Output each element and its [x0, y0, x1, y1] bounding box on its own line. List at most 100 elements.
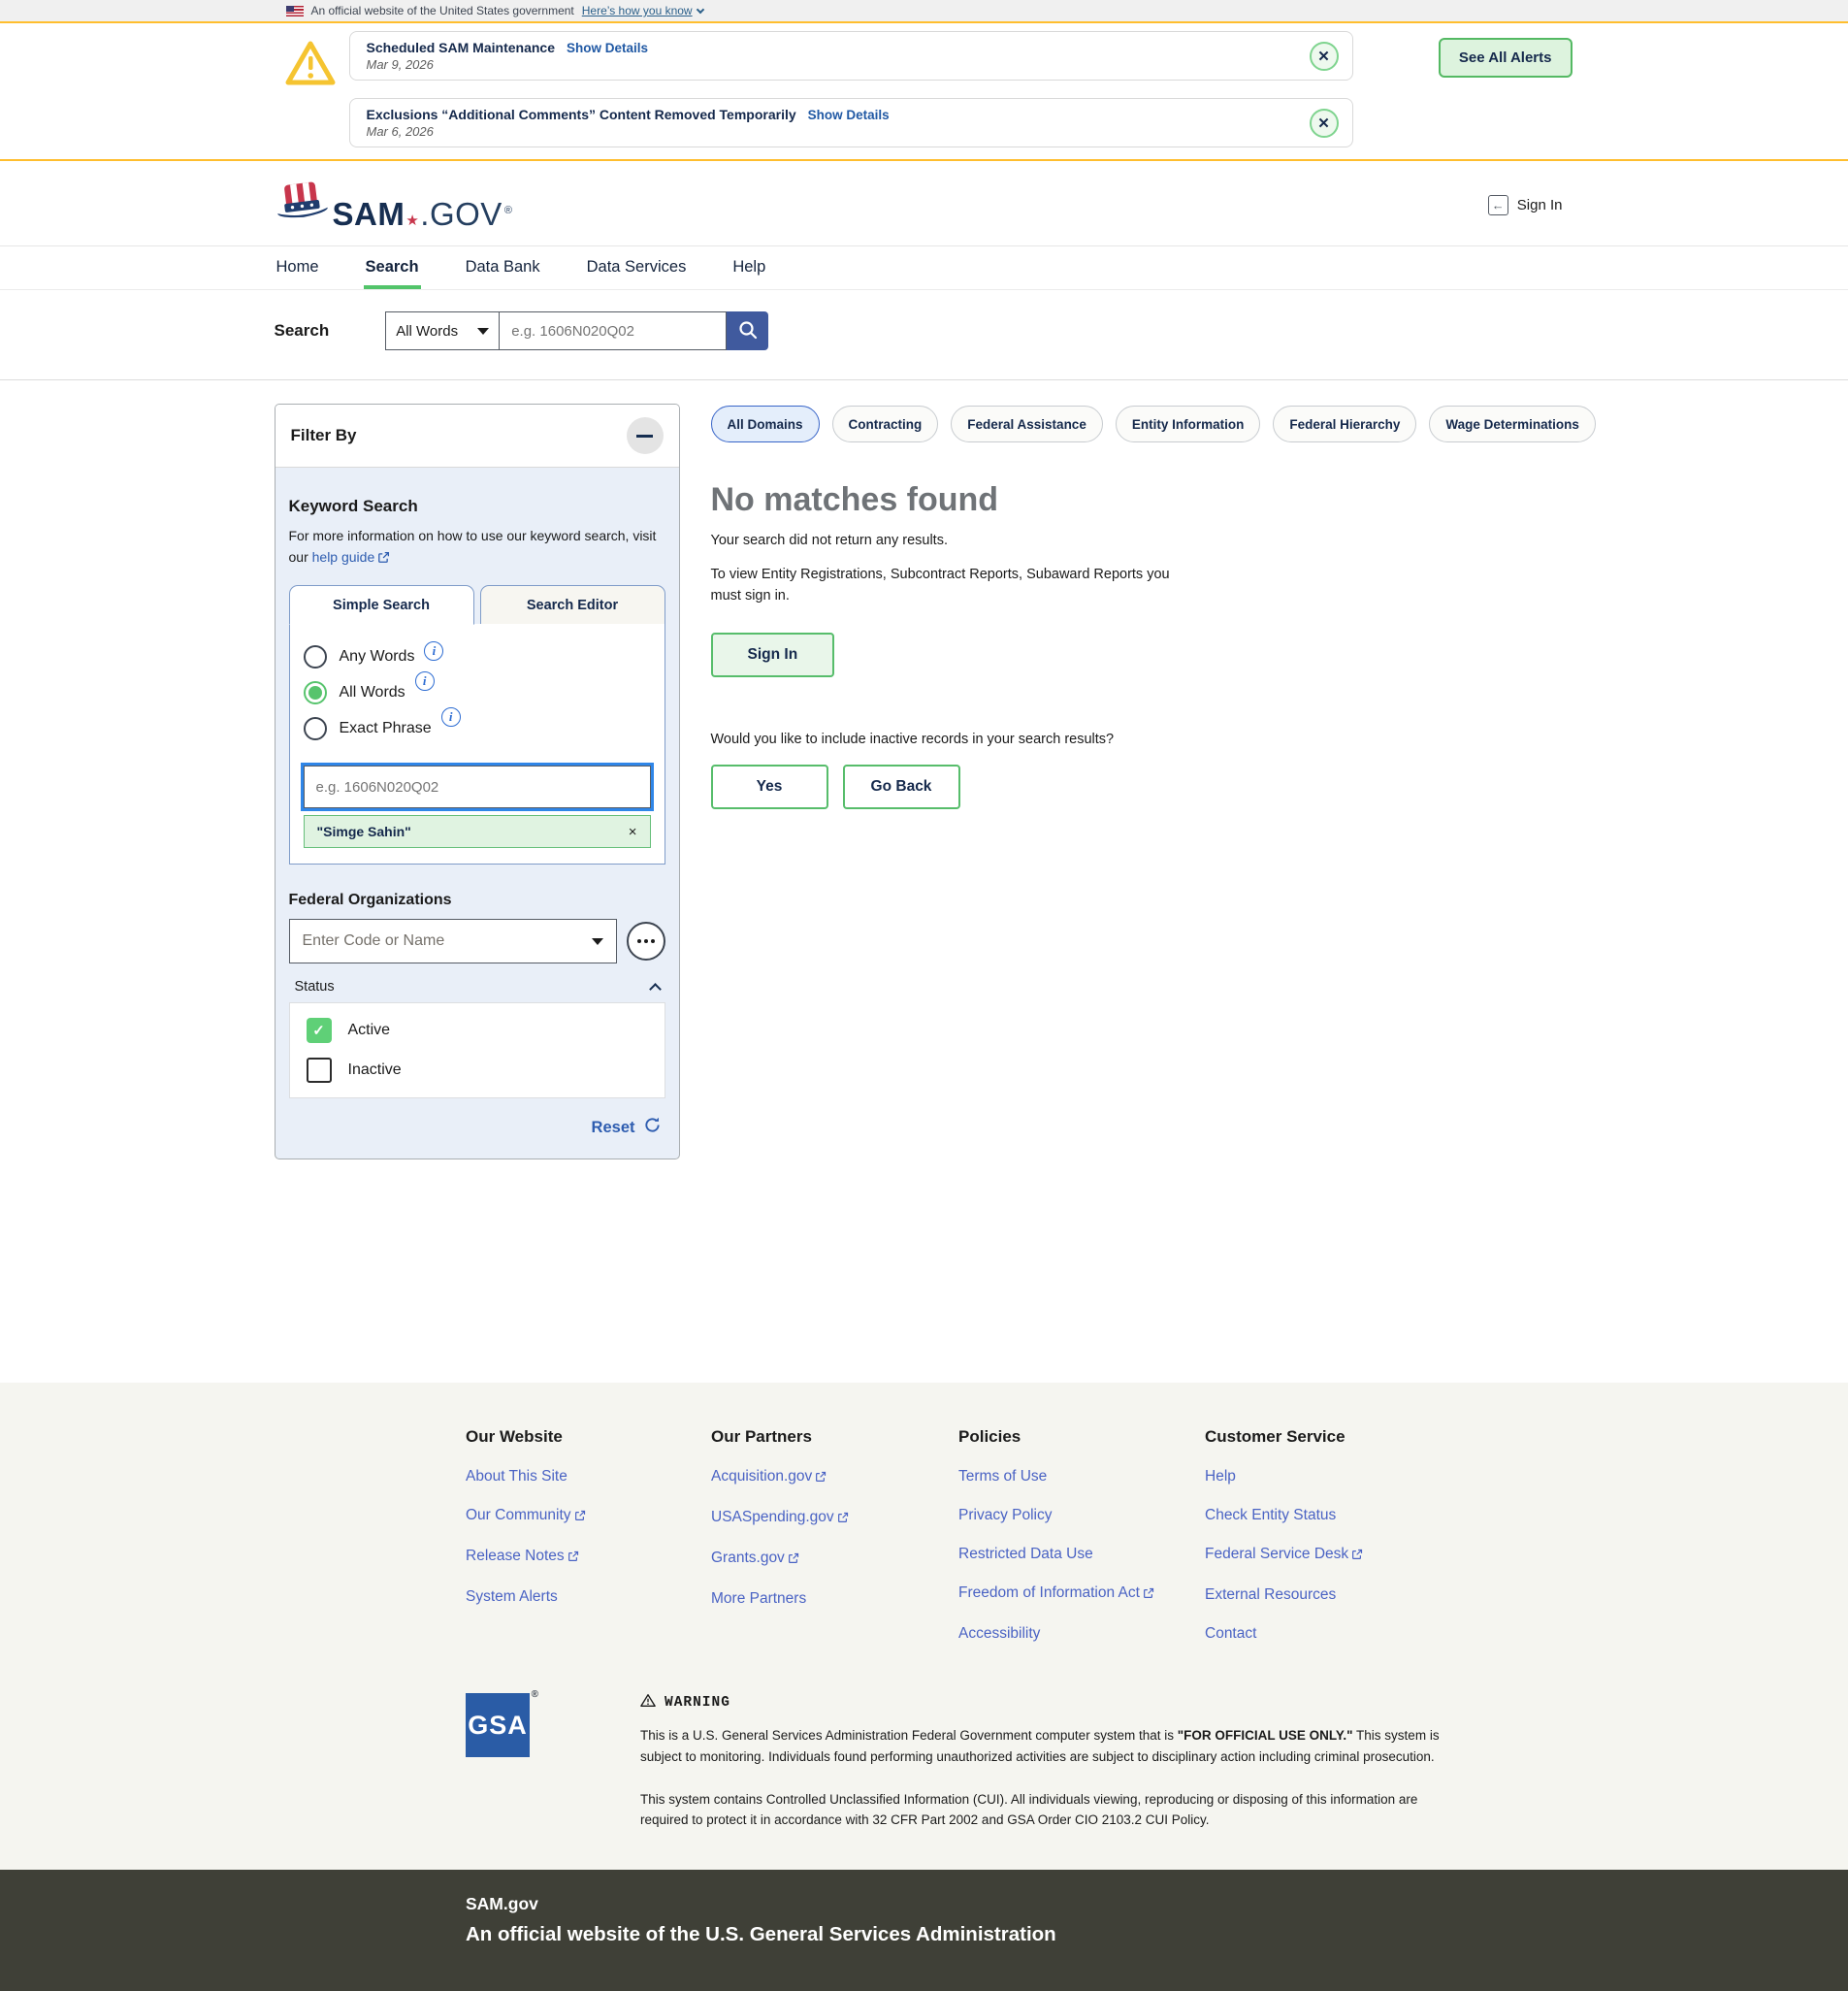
radio-exact-phrase[interactable]	[303, 717, 327, 741]
footer-link-usaspending-gov[interactable]: USASpending.gov	[711, 1509, 958, 1528]
external-link-icon	[788, 1551, 799, 1569]
simple-search-panel: Any Words i All Words i Exact Phrase i e…	[288, 624, 665, 865]
alert-card: Exclusions “Additional Comments” Content…	[348, 98, 1353, 147]
footer-link-federal-service-desk[interactable]: Federal Service Desk	[1205, 1546, 1610, 1565]
radio-any-words[interactable]	[303, 645, 327, 669]
checkbox-active-label: Active	[347, 1022, 391, 1039]
footer-link-release-notes[interactable]: Release Notes	[466, 1548, 711, 1567]
site-header: SAM ★ .GOV ® ← Sign In	[0, 161, 1848, 245]
show-details-link[interactable]: Show Details	[808, 108, 890, 122]
nav-item-data-services[interactable]: Data Services	[585, 246, 689, 289]
site-footer: Our Website About This Site Our Communit…	[0, 1383, 1848, 1870]
checkbox-active[interactable]: ✓	[306, 1018, 332, 1044]
nav-item-search[interactable]: Search	[363, 246, 421, 289]
nav-item-data-bank[interactable]: Data Bank	[464, 246, 542, 289]
alert-title: Exclusions “Additional Comments” Content…	[366, 107, 796, 122]
warning-title: WARNING	[665, 1695, 730, 1712]
external-link-icon	[377, 549, 390, 571]
domain-pill-federal-assistance[interactable]: Federal Assistance	[951, 406, 1103, 442]
footer-column-our-partners: Our Partners Acquisition.gov USASpending…	[711, 1427, 958, 1643]
domain-pill-all-domains[interactable]: All Domains	[710, 406, 820, 442]
footer-link-contact[interactable]: Contact	[1205, 1625, 1610, 1643]
chevron-up-icon[interactable]	[648, 983, 662, 996]
footer-link-grants-gov[interactable]: Grants.gov	[711, 1550, 958, 1569]
chip-remove-icon[interactable]: ×	[629, 824, 637, 840]
keyword-search-heading: Keyword Search	[288, 497, 418, 515]
reset-icon[interactable]	[643, 1116, 662, 1139]
footer-link-more-partners[interactable]: More Partners	[711, 1590, 958, 1608]
radio-any-words-label: Any Words	[339, 648, 415, 666]
sign-in-label: Sign In	[1516, 197, 1563, 213]
footer-link-help[interactable]: Help	[1205, 1468, 1610, 1485]
domain-pill-entity-information[interactable]: Entity Information	[1115, 406, 1261, 442]
more-options-button[interactable]	[626, 922, 665, 962]
close-icon[interactable]: ✕	[1309, 41, 1339, 71]
chevron-down-icon	[696, 5, 704, 14]
heres-how-link[interactable]: Here’s how you know	[582, 4, 704, 17]
footer-heading: Our Website	[466, 1427, 563, 1447]
info-icon[interactable]: i	[424, 641, 444, 662]
keyword-input[interactable]	[300, 763, 654, 812]
see-all-alerts-button[interactable]: See All Alerts	[1438, 38, 1572, 78]
ellipsis-icon	[636, 939, 641, 944]
sign-in-link[interactable]: ← Sign In	[1487, 195, 1563, 215]
caret-down-icon	[477, 327, 490, 335]
footer-column-policies: Policies Terms of Use Privacy Policy Res…	[958, 1427, 1205, 1643]
footer-link-external-resources[interactable]: External Resources	[1205, 1586, 1610, 1604]
domain-pill-contracting[interactable]: Contracting	[831, 406, 939, 442]
footer-link-acquisition-gov[interactable]: Acquisition.gov	[711, 1468, 958, 1487]
page-body: Filter By Keyword Search For more inform…	[0, 380, 1848, 1383]
footer-link-foia[interactable]: Freedom of Information Act	[958, 1584, 1205, 1604]
external-link-icon	[574, 1509, 586, 1526]
results-area: All Domains Contracting Federal Assistan…	[710, 404, 1596, 809]
nav-item-help[interactable]: Help	[730, 246, 767, 289]
footer-link-system-alerts[interactable]: System Alerts	[466, 1588, 711, 1606]
tab-search-editor[interactable]: Search Editor	[479, 585, 665, 626]
alert-date: Mar 9, 2026	[366, 57, 434, 72]
info-icon[interactable]: i	[440, 707, 461, 728]
minus-icon	[636, 434, 653, 438]
alert-date: Mar 6, 2026	[366, 124, 434, 139]
gsa-logo: GSA ®	[466, 1689, 538, 1758]
radio-all-words[interactable]	[303, 681, 327, 705]
collapse-filters-button[interactable]	[626, 417, 664, 454]
checkbox-inactive-label: Inactive	[347, 1061, 402, 1079]
help-guide-link[interactable]: help guide	[312, 549, 375, 565]
search-mode-select[interactable]: All Words	[385, 311, 501, 350]
close-icon[interactable]: ✕	[1309, 108, 1339, 138]
footer-link-privacy-policy[interactable]: Privacy Policy	[958, 1507, 1205, 1524]
footer-link-terms-of-use[interactable]: Terms of Use	[958, 1468, 1205, 1485]
warning-block: WARNING This is a U.S. General Services …	[640, 1693, 1445, 1830]
radio-exact-phrase-label: Exact Phrase	[339, 720, 432, 737]
search-icon	[737, 319, 759, 343]
main-nav: Home Search Data Bank Data Services Help	[0, 245, 1848, 289]
sign-in-arrow-icon: ←	[1487, 195, 1508, 215]
logo-sam-text: SAM	[332, 196, 405, 232]
yes-button[interactable]: Yes	[710, 764, 828, 809]
footer-link-restricted-data-use[interactable]: Restricted Data Use	[958, 1546, 1205, 1563]
federal-organizations-combobox[interactable]: Enter Code or Name	[288, 919, 617, 964]
no-results-text: Your search did not return any results.	[710, 533, 949, 548]
domain-pill-federal-hierarchy[interactable]: Federal Hierarchy	[1273, 406, 1417, 442]
tab-simple-search[interactable]: Simple Search	[288, 585, 474, 626]
footer-link-check-entity-status[interactable]: Check Entity Status	[1205, 1507, 1610, 1524]
search-button[interactable]	[727, 311, 769, 350]
logo-registered-mark: ®	[503, 205, 513, 216]
sign-in-button[interactable]: Sign In	[710, 632, 835, 677]
sam-gov-logo[interactable]: SAM ★ .GOV ®	[275, 180, 513, 230]
show-details-link[interactable]: Show Details	[567, 41, 648, 55]
footer-link-accessibility[interactable]: Accessibility	[958, 1625, 1205, 1643]
go-back-button[interactable]: Go Back	[842, 764, 960, 809]
logo-star-icon: ★	[405, 212, 420, 229]
reset-link[interactable]: Reset	[592, 1119, 635, 1137]
info-icon[interactable]: i	[414, 671, 435, 692]
filter-panel: Filter By Keyword Search For more inform…	[274, 404, 680, 1160]
inactive-records-question: Would you like to include inactive recor…	[710, 731, 1115, 747]
footer-link-our-community[interactable]: Our Community	[466, 1507, 711, 1526]
nav-item-home[interactable]: Home	[275, 246, 321, 289]
footer-link-about-this-site[interactable]: About This Site	[466, 1468, 711, 1485]
domain-pill-wage-determinations[interactable]: Wage Determinations	[1429, 406, 1596, 442]
search-input[interactable]	[500, 311, 728, 350]
checkbox-inactive[interactable]	[306, 1058, 332, 1084]
search-section: Search All Words	[0, 289, 1848, 380]
